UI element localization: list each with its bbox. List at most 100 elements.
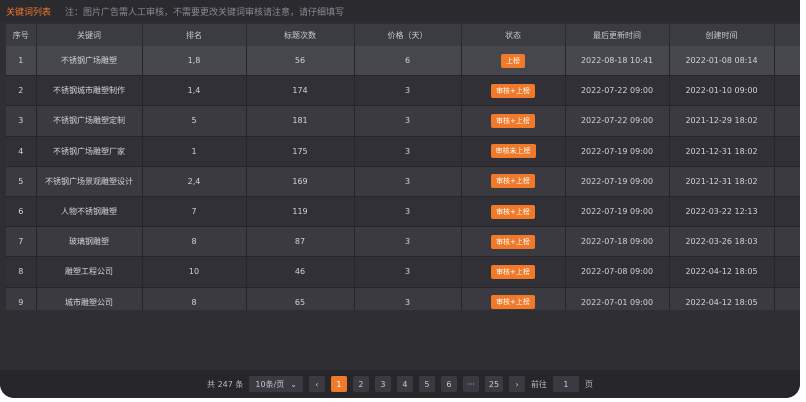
cell-count: 169 xyxy=(246,166,355,197)
cell-spacer xyxy=(774,75,800,107)
cell-updated: 2022-07-08 09:00 xyxy=(565,256,670,288)
cell-status: 审核+上榜 xyxy=(461,166,566,197)
cell-keyword: 不锈钢广场景观雕塑设计 xyxy=(36,166,143,197)
page-button-1[interactable]: 1 xyxy=(330,376,347,392)
cell-keyword: 人物不锈钢雕塑 xyxy=(36,196,143,228)
cell-keyword: 不锈钢广场雕塑 xyxy=(36,46,143,77)
page-button-25[interactable]: 25 xyxy=(484,376,503,392)
page-button-3[interactable]: 3 xyxy=(374,376,391,392)
cell-count: 46 xyxy=(246,256,355,288)
status-badge: 审核+上榜 xyxy=(491,204,535,219)
cell-index: 5 xyxy=(6,166,37,197)
status-badge: 审核+上榜 xyxy=(491,113,535,128)
cell-created: 2021-12-29 18:02 xyxy=(669,105,775,137)
table-row[interactable]: 7 玻璃钢雕塑 8 87 3 审核+上榜 2022-07-18 09:00 2022-03-2… xyxy=(6,226,800,258)
status-badge: 审核+上榜 xyxy=(491,83,535,98)
cell-price: 3 xyxy=(354,166,462,197)
header-count[interactable]: 标题次数 xyxy=(246,24,355,46)
more-pages-button[interactable]: ··· xyxy=(462,376,479,392)
notice-text: 注：图片广告需人工审核，不需要更改关键词审核请注意，请仔细填写 xyxy=(65,7,345,18)
cell-rank: 10 xyxy=(142,256,247,288)
cell-price: 3 xyxy=(354,105,462,137)
cell-updated: 2022-07-22 09:00 xyxy=(565,105,670,137)
keyword-list-link[interactable]: 关键词列表 xyxy=(6,5,51,18)
cell-created: 2021-12-31 18:02 xyxy=(669,136,775,167)
cell-updated: 2022-08-18 10:41 xyxy=(565,46,670,77)
header-status[interactable]: 状态 xyxy=(461,24,566,46)
page-size-value: 10条/页 xyxy=(255,379,285,389)
status-badge: 审核+上榜 xyxy=(491,295,535,310)
keyword-table: 序号 关键词 排名 标题次数 价格（天） 状态 最后更新时间 创建时间 1 不锈钢… xyxy=(6,24,800,348)
status-badge: 审核+上榜 xyxy=(491,234,535,249)
pagination: 共 247 条 10条/页 ⌄ ‹ 1 2 3 4 5 6 ··· 25 › 前… xyxy=(0,370,800,398)
cell-index: 3 xyxy=(6,105,37,137)
cell-keyword: 雕塑工程公司 xyxy=(36,256,143,288)
header-rank[interactable]: 排名 xyxy=(142,24,247,46)
cell-count: 174 xyxy=(246,75,355,107)
cell-updated: 2022-07-18 09:00 xyxy=(565,226,670,258)
cell-created: 2022-01-08 08:14 xyxy=(669,46,775,77)
cell-price: 3 xyxy=(354,136,462,167)
cell-rank: 5 xyxy=(142,105,247,137)
cell-rank: 1 xyxy=(142,136,247,167)
page-button-6[interactable]: 6 xyxy=(440,376,457,392)
header-price[interactable]: 价格（天） xyxy=(354,24,462,46)
cell-count: 87 xyxy=(246,226,355,258)
page-button-5[interactable]: 5 xyxy=(418,376,435,392)
cell-spacer xyxy=(774,105,800,137)
cell-created: 2022-03-22 12:13 xyxy=(669,196,775,228)
table-row[interactable]: 3 不锈钢广场雕塑定制 5 181 3 审核+上榜 2022-07-22 09:00 2021… xyxy=(6,105,800,137)
next-page-button[interactable]: › xyxy=(508,376,525,392)
page-button-2[interactable]: 2 xyxy=(352,376,369,392)
cell-count: 119 xyxy=(246,196,355,228)
table-row[interactable]: 2 不锈钢城市雕塑制作 1,4 174 3 审核+上榜 2022-07-22 09:00 20… xyxy=(6,75,800,107)
cell-spacer xyxy=(774,196,800,228)
cell-status: 审核+上榜 xyxy=(461,75,566,107)
cell-price: 3 xyxy=(354,196,462,228)
cell-price: 3 xyxy=(354,75,462,107)
cell-spacer xyxy=(774,256,800,288)
table-row[interactable]: 4 不锈钢广场雕塑厂家 1 175 3 审核未上榜 2022-07-19 09:00 2021… xyxy=(6,136,800,167)
cell-spacer xyxy=(774,226,800,258)
goto-page-input[interactable]: 1 xyxy=(552,376,579,392)
page-size-select[interactable]: 10条/页 ⌄ xyxy=(249,376,303,392)
cell-price: 6 xyxy=(354,46,462,77)
cell-status: 审核+上榜 xyxy=(461,196,566,228)
header-keyword[interactable]: 关键词 xyxy=(36,24,143,46)
status-badge: 审核+上榜 xyxy=(491,264,535,279)
cell-keyword: 不锈钢广场雕塑厂家 xyxy=(36,136,143,167)
cell-rank: 2,4 xyxy=(142,166,247,197)
cell-updated: 2022-07-19 09:00 xyxy=(565,166,670,197)
header-index[interactable]: 序号 xyxy=(6,24,37,46)
status-badge: 审核未上榜 xyxy=(490,144,536,159)
cell-updated: 2022-07-19 09:00 xyxy=(565,196,670,228)
total-count: 共 247 条 xyxy=(207,379,244,389)
prev-page-button[interactable]: ‹ xyxy=(308,376,325,392)
cell-keyword: 不锈钢广场雕塑定制 xyxy=(36,105,143,137)
cell-price: 3 xyxy=(354,226,462,258)
cell-status: 审核未上榜 xyxy=(461,136,566,167)
cell-spacer xyxy=(774,136,800,167)
cell-created: 2022-01-10 09:00 xyxy=(669,75,775,107)
cell-updated: 2022-07-19 09:00 xyxy=(565,136,670,167)
cell-spacer xyxy=(774,166,800,197)
keyword-table-panel: 关键词列表 注：图片广告需人工审核，不需要更改关键词审核请注意，请仔细填写 序号… xyxy=(0,0,800,398)
cell-status: 审核+上榜 xyxy=(461,105,566,137)
header-created[interactable]: 创建时间 xyxy=(669,24,775,46)
cell-rank: 1,4 xyxy=(142,75,247,107)
table-row[interactable]: 1 不锈钢广场雕塑 1,8 56 6 上榜 2022-08-18 10:41 2022-01-… xyxy=(6,46,800,77)
goto-label: 前往 xyxy=(530,379,547,389)
table-row[interactable]: 8 雕塑工程公司 10 46 3 审核+上榜 2022-07-08 09:00 2022-04… xyxy=(6,256,800,288)
chevron-down-icon: ⌄ xyxy=(290,379,297,389)
status-badge: 上榜 xyxy=(501,53,525,68)
cell-status: 上榜 xyxy=(461,46,566,77)
cell-index: 6 xyxy=(6,196,37,228)
table-row[interactable]: 6 人物不锈钢雕塑 7 119 3 审核+上榜 2022-07-19 09:00 2022-0… xyxy=(6,196,800,228)
header-updated[interactable]: 最后更新时间 xyxy=(565,24,670,46)
cell-count: 175 xyxy=(246,136,355,167)
cell-index: 4 xyxy=(6,136,37,167)
table-row[interactable]: 5 不锈钢广场景观雕塑设计 2,4 169 3 审核+上榜 2022-07-19 09:00… xyxy=(6,166,800,197)
cell-rank: 8 xyxy=(142,226,247,258)
cell-created: 2021-12-31 18:02 xyxy=(669,166,775,197)
page-button-4[interactable]: 4 xyxy=(396,376,413,392)
